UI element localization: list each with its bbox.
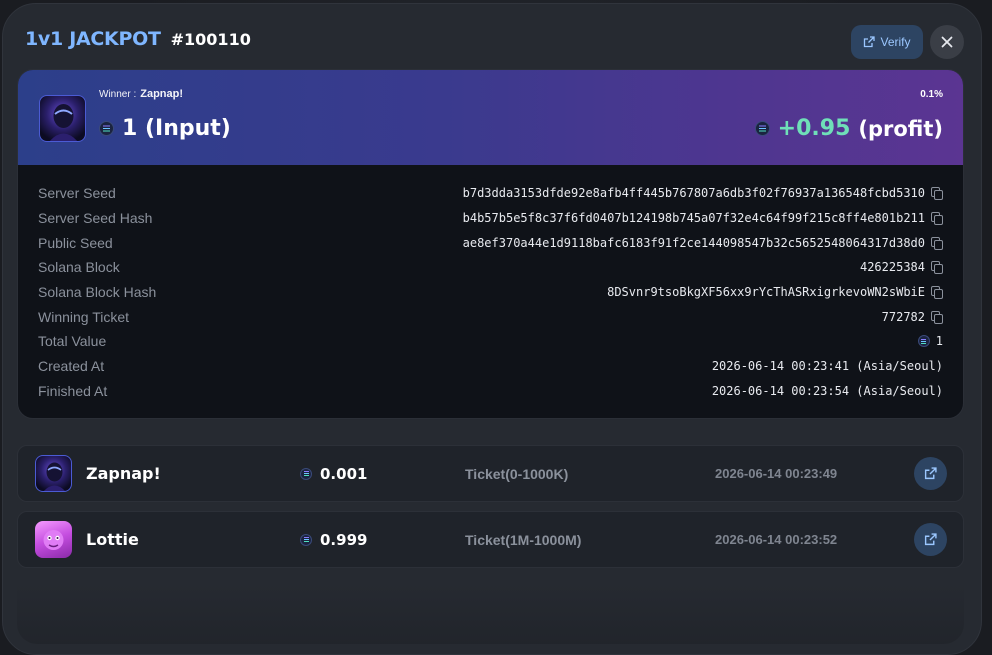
- external-link-icon: [924, 533, 937, 546]
- win-chance: 0.1%: [920, 89, 943, 100]
- detail-key: Total Value: [38, 333, 107, 350]
- detail-key: Solana Block Hash: [38, 284, 157, 301]
- player-ticket-range: Ticket(1M-1000M): [465, 531, 582, 548]
- detail-row: Finished At 2026-06-14 00:23:54 (Asia/Se…: [18, 379, 963, 404]
- solana-coin-icon: [300, 533, 312, 546]
- detail-row: Winning Ticket 772782: [18, 304, 963, 329]
- copy-icon[interactable]: [931, 261, 943, 275]
- player-name: Zapnap!: [86, 464, 161, 483]
- detail-key: Server Seed: [38, 185, 116, 202]
- close-icon: [941, 36, 953, 48]
- winner-name: Zapnap!: [140, 88, 184, 100]
- player-amount-value: 0.999: [320, 530, 368, 549]
- winner-avatar: [39, 95, 86, 142]
- winner-input: 1 (Input): [99, 116, 231, 141]
- detail-key: Solana Block: [38, 259, 120, 276]
- solana-coin-icon: [99, 121, 114, 136]
- avatar: [35, 521, 72, 558]
- player-timestamp: 2026-06-14 00:23:52: [715, 532, 838, 547]
- player-amount: 0.999: [300, 531, 367, 549]
- finished-at-value: 2026-06-14 00:23:54 (Asia/Seoul): [711, 383, 943, 398]
- detail-row: Server Seed Hash b4b57b5e5f8c37f6fd0407b…: [18, 206, 963, 231]
- detail-row: Solana Block 426225384: [18, 255, 963, 280]
- profit-value: +0.95: [777, 116, 851, 141]
- total-value: 1: [935, 334, 943, 349]
- detail-key: Server Seed Hash: [38, 210, 153, 227]
- detail-value: b4b57b5e5f8c37f6fd0407b124198b745a07f32e…: [462, 211, 943, 226]
- detail-value: 772782: [882, 310, 943, 324]
- detail-value: b7d3dda3153dfde92e8afb4ff445b767807a6db3…: [462, 186, 943, 201]
- player-name: Lottie: [86, 530, 139, 549]
- detail-value: 1: [917, 334, 943, 349]
- player-row: Lottie 0.999 Ticket(1M-1000M) 2026-06-14…: [17, 511, 964, 568]
- created-at-value: 2026-06-14 00:23:41 (Asia/Seoul): [711, 359, 943, 374]
- winner-line: Winner : Zapnap!: [99, 88, 183, 100]
- jackpot-details-modal: 1v1 JACKPOT #100110 Verify Winner : Zapna…: [2, 3, 982, 655]
- modal-header: 1v1 JACKPOT #100110: [25, 28, 251, 50]
- player-row: Zapnap! 0.001 Ticket(0-1000K) 2026-06-14…: [17, 445, 964, 502]
- player-timestamp: 2026-06-14 00:23:49: [715, 466, 838, 481]
- input-amount: 1 (Input): [122, 116, 231, 141]
- external-link-icon: [864, 36, 876, 48]
- round-id: #100110: [170, 30, 251, 49]
- server-seed-hash-value: b4b57b5e5f8c37f6fd0407b124198b745a07f32e…: [462, 211, 925, 226]
- detail-key: Winning Ticket: [38, 308, 130, 325]
- detail-row: Total Value 1: [18, 329, 963, 354]
- verify-button[interactable]: Verify: [851, 25, 923, 59]
- verify-label: Verify: [880, 35, 911, 49]
- solana-coin-icon: [754, 121, 770, 136]
- modal-title: 1v1 JACKPOT: [25, 28, 161, 50]
- solana-block-value: 426225384: [859, 260, 925, 275]
- detail-row: Created At 2026-06-14 00:23:41 (Asia/Seo…: [18, 354, 963, 379]
- solana-block-hash-value: 8DSvnr9tsoBkgXF56xx9rYcThASRxigrkevoWN2s…: [607, 285, 925, 300]
- profit-label: (profit): [858, 116, 943, 141]
- copy-icon[interactable]: [931, 236, 943, 250]
- winner-banner: Winner : Zapnap! 1 (Input) 0.1% +0.95 (pr…: [18, 70, 963, 165]
- detail-row: Solana Block Hash 8DSvnr9tsoBkgXF56xx9rY…: [18, 280, 963, 305]
- detail-row: Public Seed ae8ef370a44e1d9118bafc6183f9…: [18, 230, 963, 255]
- copy-icon[interactable]: [931, 286, 943, 300]
- result-card: Winner : Zapnap! 1 (Input) 0.1% +0.95 (pr…: [17, 69, 964, 419]
- detail-key: Finished At: [38, 382, 108, 399]
- detail-value: 2026-06-14 00:23:54 (Asia/Seoul): [712, 384, 943, 398]
- detail-key: Created At: [38, 358, 105, 375]
- player-amount: 0.001: [300, 465, 367, 483]
- list-bottom-fade: [17, 584, 964, 644]
- copy-icon[interactable]: [931, 310, 943, 324]
- detail-row: Server Seed b7d3dda3153dfde92e8afb4ff445…: [18, 181, 963, 206]
- player-amount-value: 0.001: [320, 464, 368, 483]
- detail-value: 426225384: [859, 260, 943, 275]
- close-button[interactable]: [930, 25, 964, 59]
- player-link-button[interactable]: [914, 523, 947, 556]
- player-link-button[interactable]: [914, 457, 947, 490]
- player-ticket-range: Ticket(0-1000K): [465, 465, 569, 482]
- external-link-icon: [924, 467, 937, 480]
- public-seed-value: ae8ef370a44e1d9118bafc6183f91f2ce1440985…: [462, 235, 925, 250]
- copy-icon[interactable]: [931, 212, 943, 226]
- detail-value: ae8ef370a44e1d9118bafc6183f91f2ce1440985…: [463, 236, 943, 250]
- detail-value: 2026-06-14 00:23:41 (Asia/Seoul): [712, 359, 943, 373]
- solana-coin-icon: [917, 335, 930, 348]
- fairness-details: Server Seed b7d3dda3153dfde92e8afb4ff445…: [18, 181, 963, 403]
- detail-value: 8DSvnr9tsoBkgXF56xx9rYcThASRxigrkevoWN2s…: [607, 285, 943, 300]
- detail-key: Public Seed: [38, 234, 113, 251]
- avatar: [35, 455, 72, 492]
- winner-profit: +0.95 (profit): [754, 116, 943, 141]
- copy-icon[interactable]: [931, 187, 943, 201]
- solana-coin-icon: [300, 467, 312, 480]
- winner-label: Winner :: [99, 89, 137, 100]
- server-seed-value: b7d3dda3153dfde92e8afb4ff445b767807a6db3…: [462, 186, 925, 201]
- winning-ticket-value: 772782: [881, 309, 925, 324]
